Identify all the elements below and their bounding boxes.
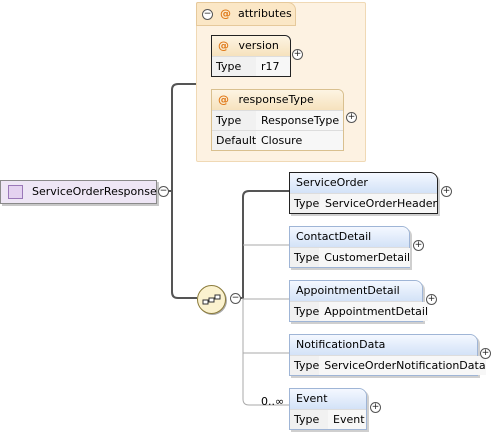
default-value: Closure [256, 131, 343, 150]
attribute-responsetype[interactable]: @ responseType Type ResponseType Default… [211, 89, 344, 151]
element-name: AppointmentDetail [290, 281, 422, 301]
element-name: ContactDetail [290, 227, 409, 247]
type-key: Type [290, 410, 328, 429]
attribute-icon: @ [220, 7, 231, 20]
type-value: ServiceOrderNotificationData [319, 356, 486, 375]
element-name: Event [290, 389, 366, 409]
collapse-icon[interactable]: − [230, 293, 241, 304]
type-key: Type [212, 57, 256, 76]
root-element[interactable]: ServiceOrderResponse [0, 180, 157, 204]
collapse-icon[interactable]: − [202, 9, 213, 20]
element-event[interactable]: Event Type Event [289, 388, 367, 430]
type-value: r17 [256, 57, 290, 76]
type-value: AppointmentDetail [319, 302, 428, 321]
occurrence-label: 0..∞ [261, 395, 285, 408]
type-key: Type [212, 111, 256, 130]
expand-icon[interactable]: + [441, 186, 452, 197]
type-value: Event [328, 410, 366, 429]
element-contactdetail[interactable]: ContactDetail Type CustomerDetail [289, 226, 411, 268]
default-key: Default [212, 131, 256, 150]
attribute-icon: @ [218, 93, 229, 106]
attributes-header[interactable]: − @ attributes [196, 2, 296, 26]
expand-icon[interactable]: + [346, 112, 357, 123]
element-name: NotificationData [290, 335, 477, 355]
sequence-compositor-icon[interactable] [197, 285, 226, 314]
expand-icon[interactable]: + [413, 240, 424, 251]
element-icon [8, 185, 23, 199]
type-key: Type [290, 356, 320, 375]
attribute-version[interactable]: @ version Type r17 [211, 35, 291, 77]
attribute-name: responseType [238, 93, 314, 106]
element-name: ServiceOrder [290, 173, 437, 193]
type-value: ResponseType [256, 111, 343, 130]
root-element-name: ServiceOrderResponse [32, 185, 157, 198]
type-value: ServiceOrderHeader [320, 194, 437, 213]
expand-icon[interactable]: + [426, 294, 437, 305]
element-notificationdata[interactable]: NotificationData Type ServiceOrderNotifi… [289, 334, 486, 376]
collapse-icon[interactable]: − [158, 186, 169, 197]
element-appointmentdetail[interactable]: AppointmentDetail Type AppointmentDetail [289, 280, 428, 322]
type-value: CustomerDetail [319, 248, 411, 267]
attributes-label: attributes [238, 7, 292, 20]
attribute-icon: @ [218, 39, 229, 52]
expand-icon[interactable]: + [292, 49, 303, 60]
attribute-name: version [238, 39, 279, 52]
type-key: Type [290, 194, 321, 213]
type-key: Type [290, 248, 320, 267]
element-serviceorder[interactable]: ServiceOrder Type ServiceOrderHeader [289, 172, 438, 214]
expand-icon[interactable]: + [480, 348, 491, 359]
type-key: Type [290, 302, 320, 321]
expand-icon[interactable]: + [370, 402, 381, 413]
